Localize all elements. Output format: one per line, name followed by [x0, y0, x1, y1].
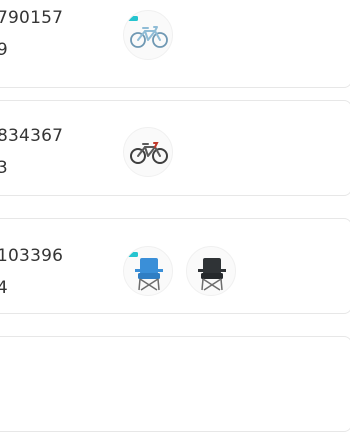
- order-card[interactable]: [0, 336, 350, 432]
- bicycle-icon: [130, 26, 168, 48]
- product-thumbnail[interactable]: [123, 10, 173, 60]
- camping-chair-icon: [198, 258, 226, 291]
- order-item-count: 04: [0, 278, 8, 298]
- order-item-count: 33: [0, 158, 8, 178]
- order-number: 2790157: [0, 8, 64, 28]
- bicycle-icon: [130, 142, 168, 164]
- order-card[interactable]: 0103396 04: [0, 218, 350, 314]
- product-thumbnail[interactable]: [123, 246, 173, 296]
- product-thumbnail[interactable]: [186, 246, 236, 296]
- order-item-count: 29: [0, 40, 8, 60]
- order-number: 0103396: [0, 246, 64, 266]
- order-card[interactable]: 2790157 29: [0, 0, 350, 88]
- order-card[interactable]: 7834367 33: [0, 100, 350, 196]
- product-thumbnail[interactable]: [123, 127, 173, 177]
- camping-chair-icon: [135, 258, 163, 291]
- order-number: 7834367: [0, 126, 64, 146]
